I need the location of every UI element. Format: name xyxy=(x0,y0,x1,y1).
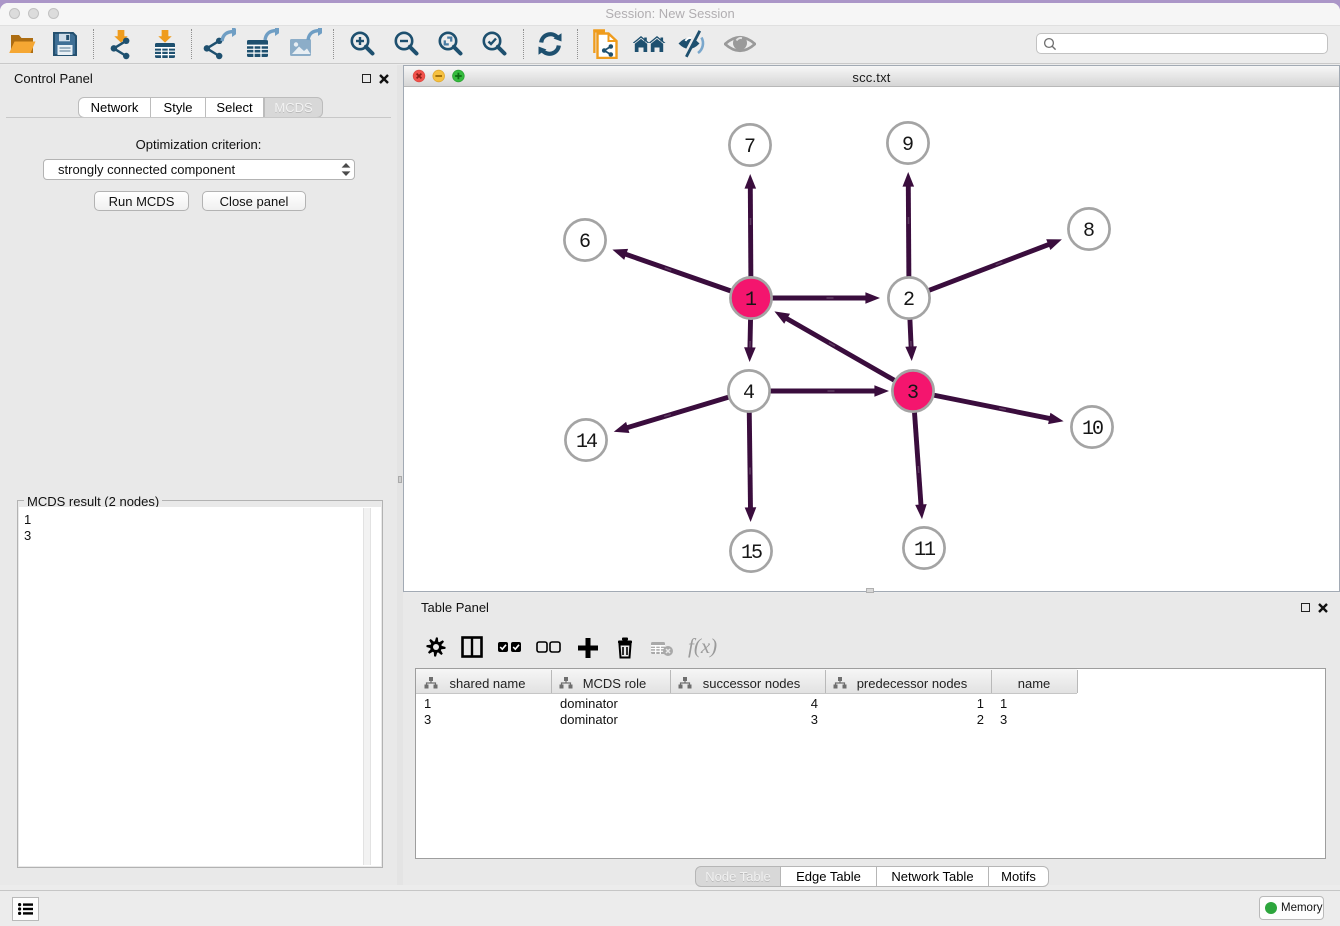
svg-text:2: 2 xyxy=(903,289,915,312)
svg-text:3: 3 xyxy=(907,382,919,405)
svg-text:4: 4 xyxy=(743,382,755,405)
svg-text:10: 10 xyxy=(1082,418,1103,441)
svg-text:6: 6 xyxy=(579,231,591,254)
svg-text:9: 9 xyxy=(902,134,914,157)
svg-text:14: 14 xyxy=(576,431,597,454)
svg-text:15: 15 xyxy=(741,542,762,565)
svg-text:8: 8 xyxy=(1083,220,1095,243)
svg-text:7: 7 xyxy=(744,136,756,159)
svg-text:11: 11 xyxy=(914,539,936,562)
svg-text:1: 1 xyxy=(745,289,757,312)
